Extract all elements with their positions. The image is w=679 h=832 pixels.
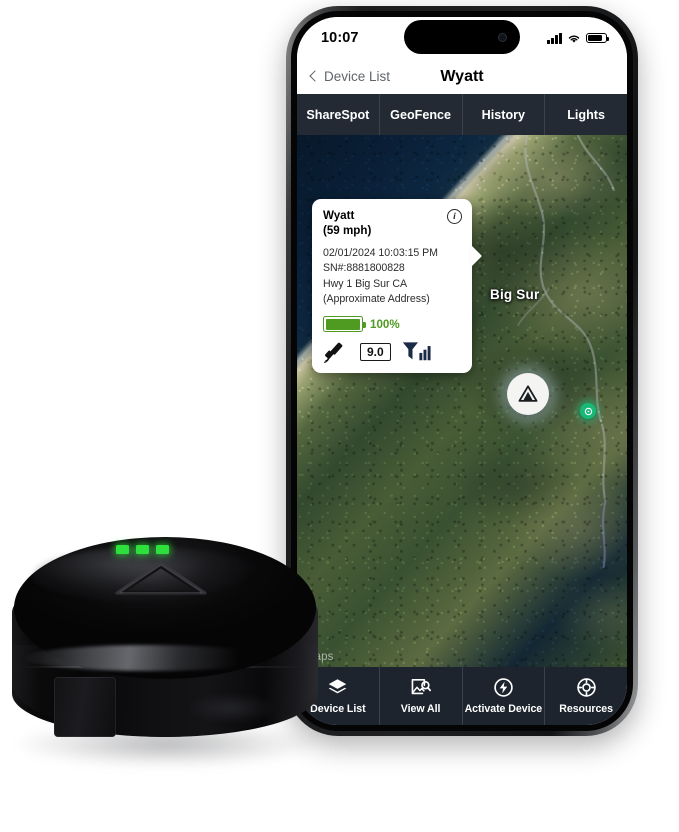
marker-triangle-glyph <box>518 385 538 402</box>
battery-full-icon <box>323 316 366 333</box>
status-icons <box>547 32 610 44</box>
navigation-bar: Device List Wyatt <box>297 59 627 94</box>
battery-fill <box>325 319 361 330</box>
battery-status-row: 100% <box>323 316 462 333</box>
status-bar: 10:07 <box>297 17 627 59</box>
cellular-bars-icon <box>547 32 562 44</box>
map-place-label: Big Sur <box>490 287 540 302</box>
tab-lights[interactable]: Lights <box>545 94 627 135</box>
bottom-nav-resources[interactable]: Resources <box>545 667 627 725</box>
info-circle-icon[interactable]: i <box>447 209 462 224</box>
tab-history[interactable]: History <box>463 94 546 135</box>
device-name: Wyatt <box>323 209 355 222</box>
wifi-icon <box>568 35 580 43</box>
bottom-nav-label: Activate Device <box>464 703 543 715</box>
bottom-nav-label: Resources <box>559 703 613 715</box>
screenshot-stage: 10:07 Device List Wyatt ShareSpot GeoFen… <box>0 0 679 832</box>
chevron-left-icon <box>309 70 321 82</box>
lifebuoy-target-icon <box>576 678 596 697</box>
device-address-note: (Approximate Address) <box>323 292 430 305</box>
phone-device: 10:07 Device List Wyatt ShareSpot GeoFen… <box>286 6 638 736</box>
back-button-label: Device List <box>324 69 391 84</box>
bottom-nav-label: View All <box>400 703 441 715</box>
battery-percent: 100% <box>370 317 400 331</box>
device-info-card[interactable]: Wyatt (59 mph) i 02/01/2024 10:03:15 PM … <box>312 199 472 374</box>
dynamic-island <box>404 20 520 54</box>
tab-bar: ShareSpot GeoFence History Lights <box>297 94 627 135</box>
front-camera-icon <box>498 32 507 42</box>
bottom-nav-activate-device[interactable]: Activate Device <box>463 667 546 725</box>
led-indicator <box>156 545 169 554</box>
device-speed: (59 mph) <box>323 224 372 238</box>
map-view[interactable]: Big Sur Wyatt (59 mph) i 02/01/2024 10:0… <box>297 135 627 667</box>
signal-bars-icon <box>402 342 431 361</box>
device-port-cover <box>54 677 116 737</box>
led-indicator <box>136 545 149 554</box>
triangle-mountain-logo-icon <box>115 561 207 595</box>
device-timestamp: 02/01/2024 10:03:15 PM <box>323 246 438 259</box>
battery-icon <box>586 32 610 44</box>
signal-status-row: 9.0 <box>323 341 462 364</box>
info-card-header: Wyatt (59 mph) i <box>323 208 462 239</box>
phone-screen: 10:07 Device List Wyatt ShareSpot GeoFen… <box>297 17 627 725</box>
device-rim-highlight <box>24 645 274 671</box>
device-lower-highlight <box>186 693 278 723</box>
layers-stack-icon <box>329 679 347 694</box>
gps-tracker-device <box>6 525 326 775</box>
power-bolt-circle-icon <box>494 678 513 697</box>
status-time: 10:07 <box>321 30 359 46</box>
tab-sharespot[interactable]: ShareSpot <box>297 94 380 135</box>
pin-glyph <box>584 407 592 415</box>
bottom-navigation-bar: Device List View All Activate Device Res… <box>297 667 627 725</box>
device-led-indicators <box>116 545 169 554</box>
tab-geofence[interactable]: GeoFence <box>380 94 463 135</box>
back-button[interactable]: Device List <box>309 69 391 84</box>
device-address: Hwy 1 Big Sur CA <box>323 277 407 290</box>
info-card-titles: Wyatt (59 mph) <box>323 208 371 239</box>
image-search-icon <box>411 678 432 695</box>
satellite-icon <box>323 343 343 364</box>
green-location-pin-icon[interactable] <box>580 403 596 419</box>
led-indicator <box>116 545 129 554</box>
device-serial: SN#:8881800828 <box>323 262 405 275</box>
device-triangle-marker-icon[interactable] <box>507 373 549 415</box>
info-card-details: 02/01/2024 10:03:15 PM SN#:8881800828 Hw… <box>323 246 462 308</box>
bottom-nav-view-all[interactable]: View All <box>380 667 463 725</box>
hdop-value: 9.0 <box>360 343 391 362</box>
